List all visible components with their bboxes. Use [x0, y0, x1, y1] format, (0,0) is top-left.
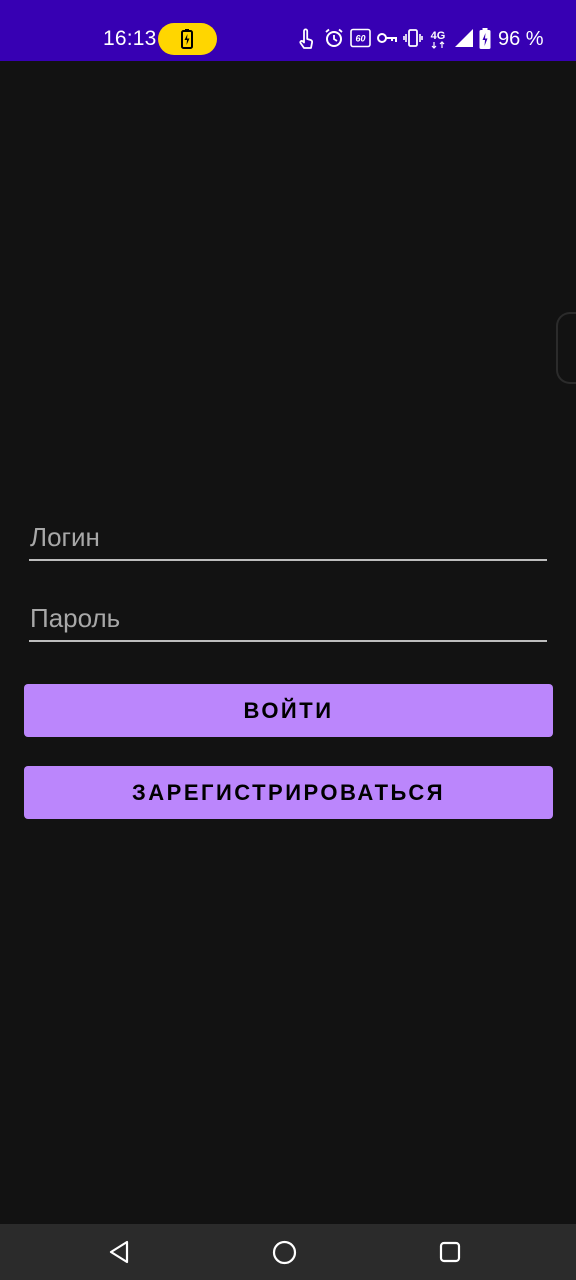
vibrate-icon — [403, 29, 423, 47]
signal-icon — [455, 29, 473, 47]
battery-charging-icon — [181, 29, 193, 49]
edge-panel-handle[interactable] — [556, 312, 576, 384]
status-time: 16:13 — [103, 27, 157, 50]
vpn-key-icon — [377, 33, 397, 43]
refresh-rate-60-icon: 60 — [350, 28, 371, 48]
battery-percent: 96 % — [498, 28, 544, 50]
network-label: 4G — [431, 30, 446, 42]
alarm-icon — [325, 28, 343, 47]
home-icon[interactable] — [272, 1240, 297, 1265]
refresh-rate-label: 60 — [355, 34, 365, 44]
register-button[interactable]: ЗАРЕГИСТРИРОВАТЬСЯ — [24, 766, 553, 819]
touch-icon — [299, 28, 314, 49]
back-icon[interactable] — [108, 1240, 130, 1264]
navigation-bar — [0, 1224, 576, 1280]
network-4g-icon: 4G — [431, 30, 446, 49]
password-field — [29, 596, 547, 642]
login-field — [29, 515, 547, 561]
battery-charging-indicator — [158, 23, 217, 55]
password-input[interactable] — [29, 596, 547, 640]
recents-icon[interactable] — [439, 1241, 461, 1263]
login-screen: 16:13 60 4G 96 % Логин ВОЙТИ ЗАРЕГИСТРИР… — [0, 0, 576, 1280]
login-input[interactable] — [29, 515, 547, 559]
status-bar: 16:13 60 4G 96 % — [0, 0, 576, 61]
battery-icon — [479, 28, 491, 49]
login-button[interactable]: ВОЙТИ — [24, 684, 553, 737]
